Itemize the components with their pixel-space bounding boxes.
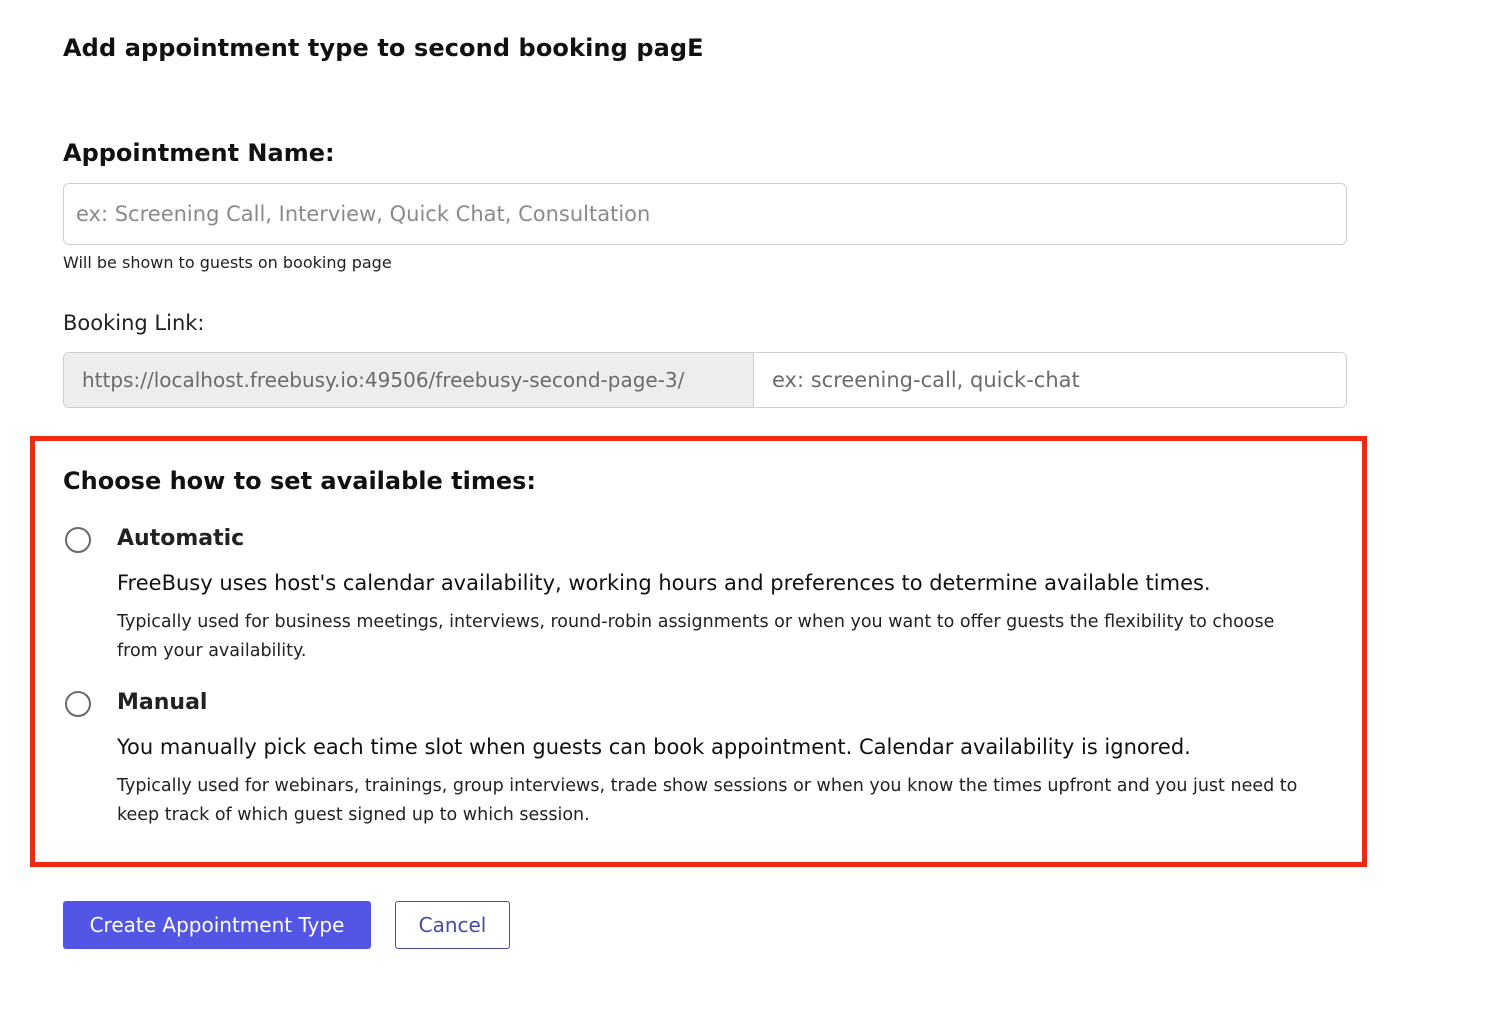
automatic-note: Typically used for business meetings, in… (117, 612, 1275, 661)
booking-link-label: Booking Link: (63, 311, 205, 335)
booking-link-slug-input[interactable] (754, 353, 1346, 407)
appointment-type-form: Add appointment type to second booking p… (0, 0, 1486, 1015)
appointment-name-label: Appointment Name: (63, 139, 335, 167)
manual-note: Typically used for webinars, trainings, … (117, 776, 1298, 825)
booking-link-prefix: https://localhost.freebusy.io:49506/free… (64, 353, 754, 407)
automatic-description: FreeBusy uses host's calendar availabili… (117, 571, 1211, 595)
page-title: Add appointment type to second booking p… (63, 34, 704, 62)
appointment-name-input[interactable] (63, 183, 1347, 245)
manual-radio[interactable] (65, 691, 91, 717)
manual-label[interactable]: Manual (117, 690, 207, 715)
manual-description: You manually pick each time slot when gu… (117, 735, 1191, 759)
automatic-radio[interactable] (65, 527, 91, 553)
cancel-button[interactable]: Cancel (395, 901, 510, 949)
availability-section-title: Choose how to set available times: (63, 467, 536, 495)
automatic-label[interactable]: Automatic (117, 526, 244, 551)
create-appointment-type-button[interactable]: Create Appointment Type (63, 901, 371, 949)
appointment-name-help: Will be shown to guests on booking page (63, 253, 392, 272)
booking-link-group: https://localhost.freebusy.io:49506/free… (63, 352, 1347, 408)
